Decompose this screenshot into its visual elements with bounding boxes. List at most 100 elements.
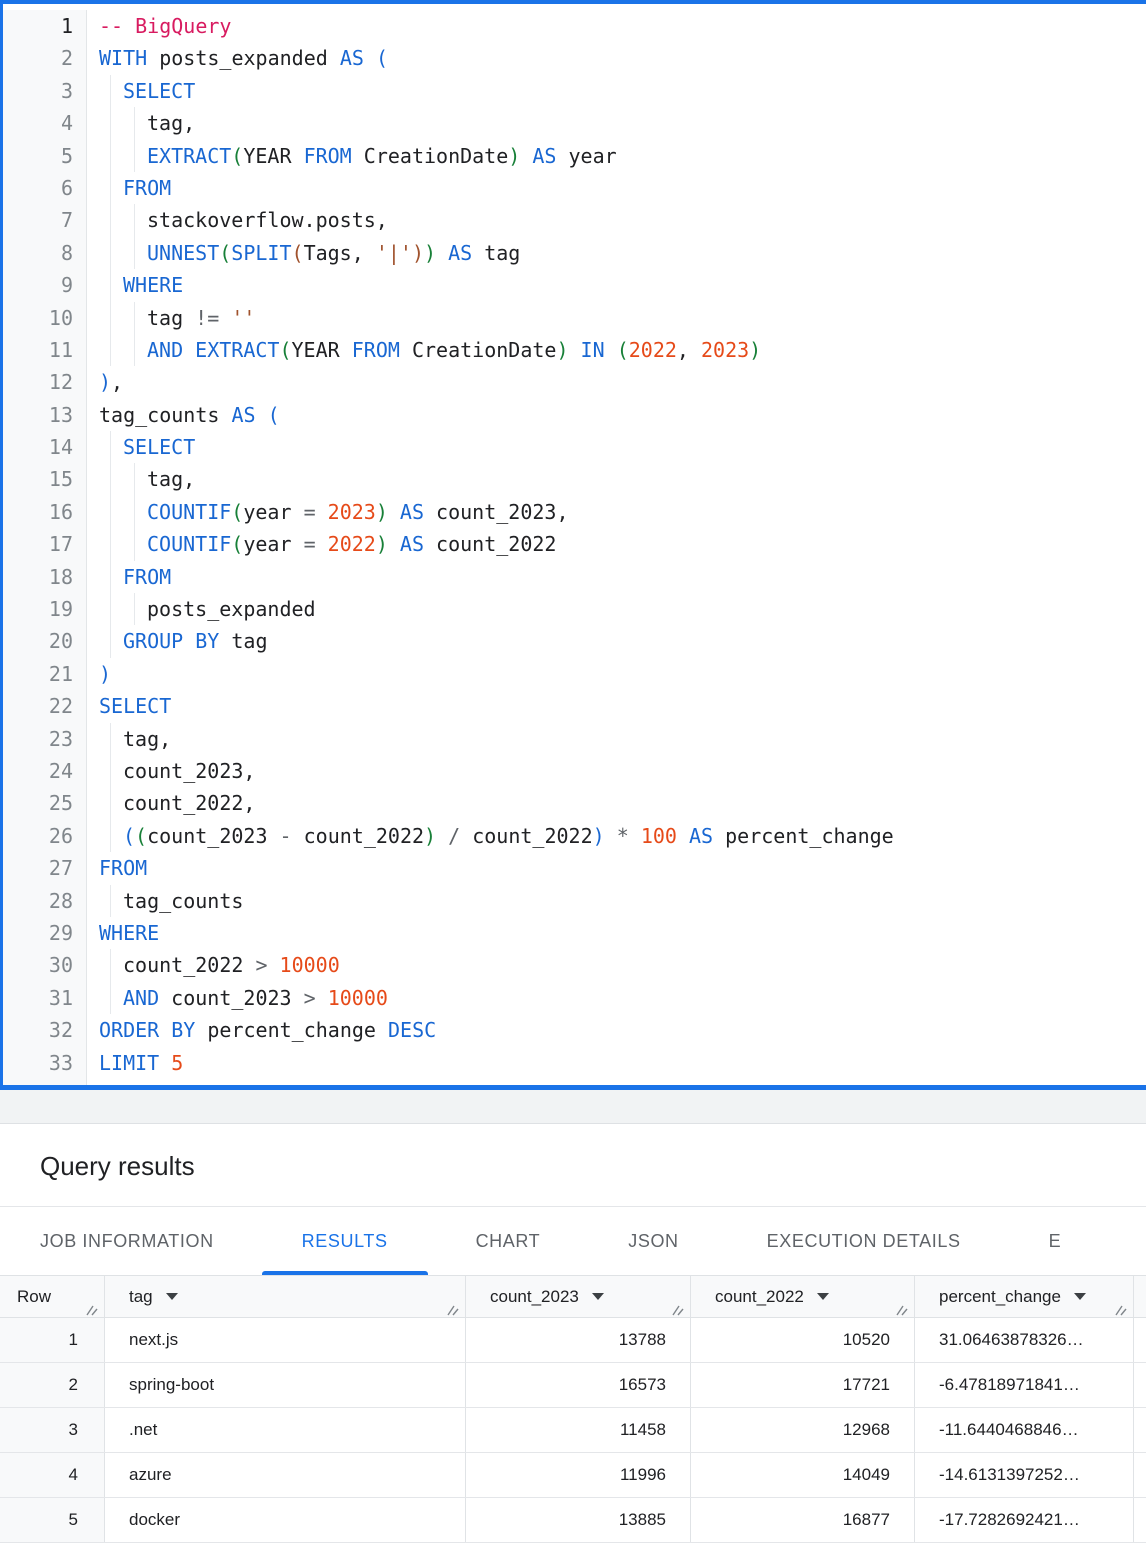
column-header-count_2022: count_2022 (691, 1276, 915, 1317)
code-token: ) (99, 370, 111, 394)
column-header-percent_change: percent_change (915, 1276, 1134, 1317)
tab-execution-details[interactable]: EXECUTION DETAILS (727, 1207, 1001, 1275)
code-line[interactable]: 28tag_counts (3, 885, 1146, 917)
code-line[interactable]: 12), (3, 366, 1146, 398)
code-token: tag, (147, 467, 195, 491)
code-token: SELECT (123, 79, 195, 103)
code-token: > (255, 953, 267, 977)
code-token: count_2022 (123, 953, 255, 977)
code-line[interactable]: 18FROM (3, 561, 1146, 593)
code-token: ) (376, 500, 388, 524)
column-menu-arrow-icon[interactable] (592, 1293, 604, 1300)
code-token: 2022 (629, 338, 677, 362)
code-line[interactable]: 15tag, (3, 463, 1146, 495)
code-token (605, 824, 617, 848)
column-resize-icon[interactable] (895, 1304, 908, 1316)
code-line[interactable]: 19posts_expanded (3, 593, 1146, 625)
line-number: 4 (3, 107, 87, 139)
line-number: 26 (3, 820, 87, 852)
code-line-content: tag_counts AS ( (87, 399, 1146, 431)
tab-json[interactable]: JSON (588, 1207, 718, 1275)
code-line[interactable]: 14SELECT (3, 431, 1146, 463)
column-resize-icon[interactable] (671, 1304, 684, 1316)
line-number: 25 (3, 787, 87, 819)
indent-guide (99, 561, 123, 593)
column-menu-arrow-icon[interactable] (1074, 1293, 1086, 1300)
code-line[interactable]: 21) (3, 658, 1146, 690)
code-line-content: FROM (87, 172, 1146, 204)
code-token: CreationDate (352, 144, 509, 168)
code-line[interactable]: 3SELECT (3, 75, 1146, 107)
code-token: WHERE (99, 921, 159, 945)
row-number-cell: 4 (0, 1453, 105, 1497)
code-line[interactable]: 10tag != '' (3, 302, 1146, 334)
code-line[interactable]: 6FROM (3, 172, 1146, 204)
line-number: 24 (3, 755, 87, 787)
code-line[interactable]: 17COUNTIF(year = 2022) AS count_2022 (3, 528, 1146, 560)
code-line-content: WHERE (87, 269, 1146, 301)
code-line[interactable]: 27FROM (3, 852, 1146, 884)
code-line[interactable]: 5EXTRACT(YEAR FROM CreationDate) AS year (3, 140, 1146, 172)
code-token: count_2023 (159, 986, 304, 1010)
code-line[interactable]: 16COUNTIF(year = 2023) AS count_2023, (3, 496, 1146, 528)
code-line[interactable]: 25count_2022, (3, 787, 1146, 819)
code-line[interactable]: 2WITH posts_expanded AS ( (3, 42, 1146, 74)
table-cell-sliver (1134, 1453, 1146, 1497)
row-number-cell: 3 (0, 1408, 105, 1452)
line-number: 29 (3, 917, 87, 949)
code-token: 100 (641, 824, 677, 848)
code-line[interactable]: 31AND count_2023 > 10000 (3, 982, 1146, 1014)
code-line[interactable]: 23tag, (3, 723, 1146, 755)
code-line[interactable]: 30count_2022 > 10000 (3, 949, 1146, 981)
tab-chart[interactable]: CHART (436, 1207, 581, 1275)
line-number: 33 (3, 1047, 87, 1079)
column-resize-icon[interactable] (85, 1304, 98, 1316)
code-line[interactable]: 13tag_counts AS ( (3, 399, 1146, 431)
code-line[interactable]: 7stackoverflow.posts, (3, 204, 1146, 236)
code-token: year (243, 532, 303, 556)
code-lines: 1-- BigQuery2WITH posts_expanded AS (3SE… (3, 10, 1146, 1079)
editor-filler (3, 1079, 1146, 1085)
column-menu-arrow-icon[interactable] (166, 1293, 178, 1300)
code-token: percent_change (713, 824, 894, 848)
code-token: AND (147, 338, 183, 362)
code-line[interactable]: 33LIMIT 5 (3, 1047, 1146, 1079)
code-line[interactable]: 32ORDER BY percent_change DESC (3, 1014, 1146, 1046)
line-number: 27 (3, 852, 87, 884)
code-line-content: ), (87, 366, 1146, 398)
code-line[interactable]: 22SELECT (3, 690, 1146, 722)
code-line[interactable]: 11AND EXTRACT(YEAR FROM CreationDate) IN… (3, 334, 1146, 366)
table-cell: spring-boot (105, 1363, 466, 1407)
column-resize-icon[interactable] (1114, 1304, 1127, 1316)
code-line[interactable]: 9WHERE (3, 269, 1146, 301)
indent-guide (123, 107, 147, 139)
table-cell: 11996 (466, 1453, 691, 1497)
column-resize-icon[interactable] (446, 1304, 459, 1316)
code-token: tag (472, 241, 520, 265)
code-token: AS (400, 500, 424, 524)
tab-job-information[interactable]: JOB INFORMATION (0, 1207, 254, 1275)
indent-guide (99, 107, 123, 139)
query-results-title: Query results (40, 1151, 1146, 1182)
code-line-content: tag, (87, 107, 1146, 139)
code-token: tag, (123, 727, 171, 751)
tab-results[interactable]: RESULTS (262, 1207, 428, 1275)
indent-guide (123, 204, 147, 236)
line-number: 14 (3, 431, 87, 463)
code-line[interactable]: 26((count_2023 - count_2022) / count_202… (3, 820, 1146, 852)
code-line[interactable]: 29 WHERE (3, 917, 1146, 949)
code-line[interactable]: 1-- BigQuery (3, 10, 1146, 42)
code-token: , (677, 338, 701, 362)
indent-guide (123, 463, 147, 495)
column-menu-arrow-icon[interactable] (817, 1293, 829, 1300)
code-token (388, 500, 400, 524)
code-line[interactable]: 24count_2023, (3, 755, 1146, 787)
code-token (316, 500, 328, 524)
sql-editor[interactable]: 1-- BigQuery2WITH posts_expanded AS (3SE… (0, 0, 1146, 1090)
code-line[interactable]: 8UNNEST(SPLIT(Tags, '|')) AS tag (3, 237, 1146, 269)
code-token: tag (219, 629, 267, 653)
code-line[interactable]: 20GROUP BY tag (3, 625, 1146, 657)
tab-e[interactable]: E (1009, 1207, 1102, 1275)
indent-guide (123, 593, 147, 625)
code-line[interactable]: 4tag, (3, 107, 1146, 139)
